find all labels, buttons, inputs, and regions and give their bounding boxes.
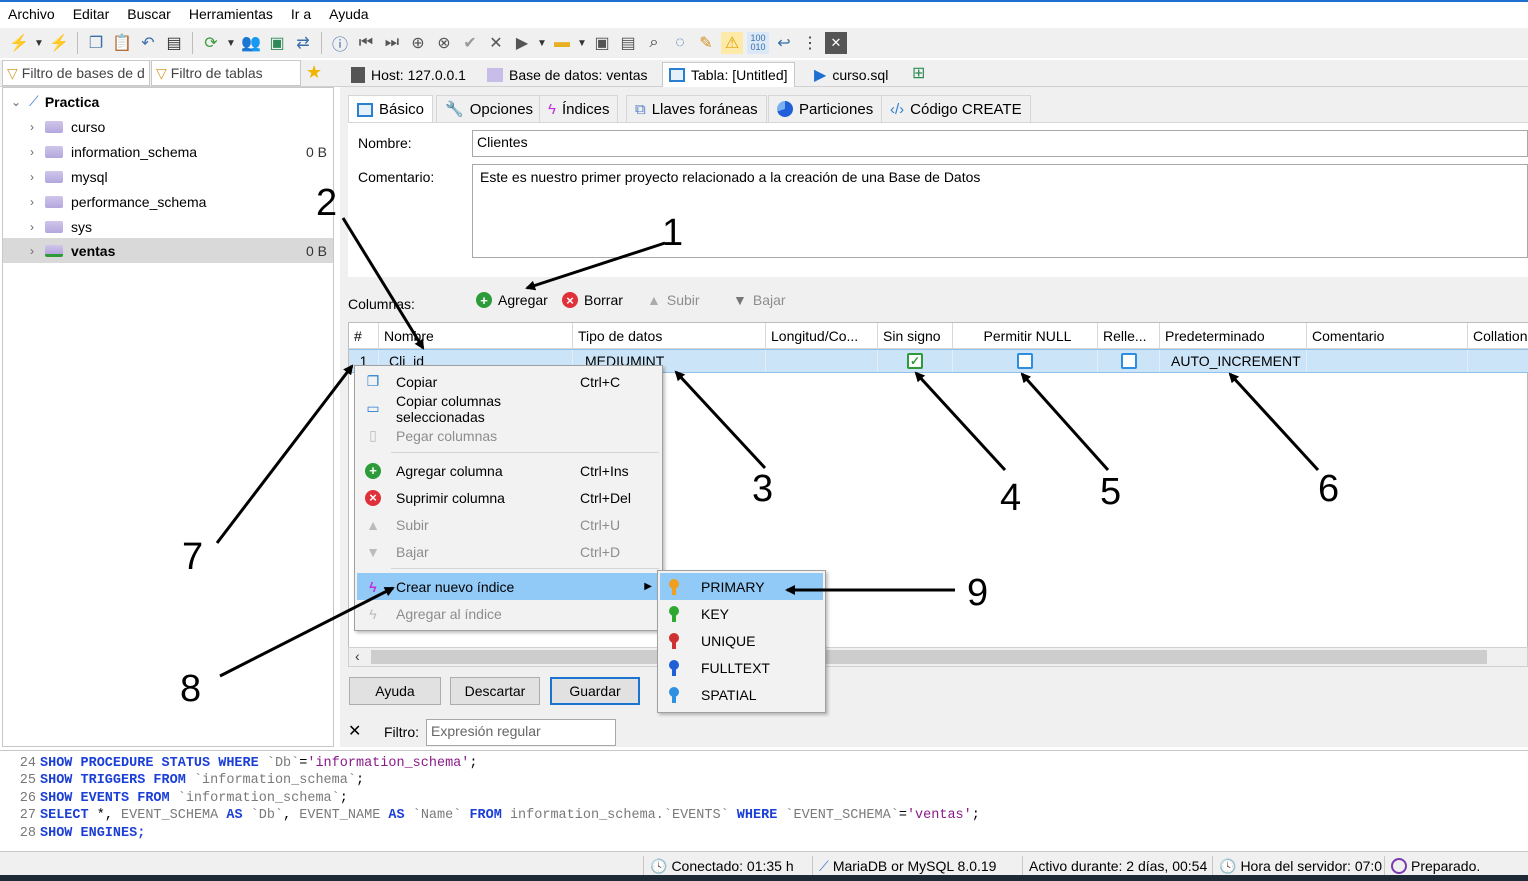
arrow-7: [215, 364, 354, 544]
arrow-1: [525, 241, 666, 291]
annotation-8: 8: [180, 668, 202, 710]
arrow-8: [219, 586, 395, 678]
annotation-3: 3: [752, 468, 774, 510]
arrow-5: [1020, 372, 1110, 472]
annotation-1: 1: [662, 212, 684, 254]
arrow-2: [341, 217, 425, 350]
annotation-arrows: [215, 217, 1320, 678]
arrow-4: [914, 371, 1007, 472]
annotation-9: 9: [967, 572, 989, 614]
arrow-6: [1228, 372, 1320, 472]
arrow-3: [674, 370, 767, 470]
annotation-6: 6: [1318, 468, 1340, 510]
annotation-5: 5: [1100, 471, 1122, 513]
annotation-7: 7: [182, 536, 204, 578]
annotation-2: 2: [316, 182, 338, 224]
annotation-4: 4: [1000, 477, 1022, 519]
